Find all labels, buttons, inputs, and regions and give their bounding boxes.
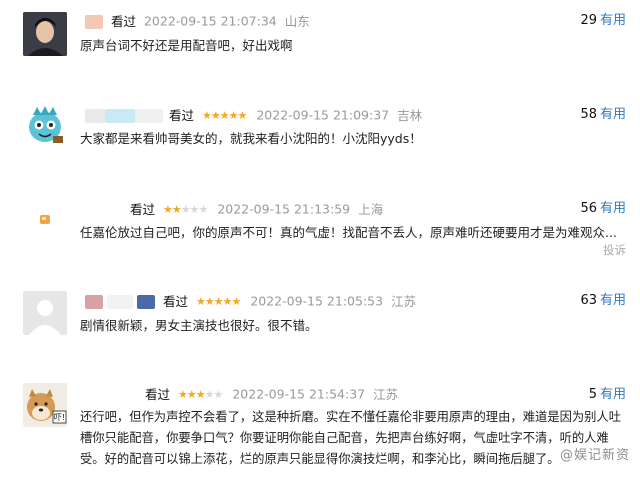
default-user-avatar-icon xyxy=(23,291,67,335)
star-filled-icon: ★ xyxy=(237,108,247,122)
rated-label: 看过 xyxy=(145,386,171,402)
small-orange-avatar-icon xyxy=(23,198,67,242)
star-rating: ★★★★★ xyxy=(163,201,209,219)
star-filled-icon: ★ xyxy=(201,108,212,122)
username-blur[interactable] xyxy=(136,294,155,309)
review-location: 江苏 xyxy=(373,386,399,402)
cartoon-avatar-icon xyxy=(23,103,67,147)
useful-button[interactable]: 有用 xyxy=(600,387,626,402)
votes: 58 有用 xyxy=(580,106,626,124)
review-meta: 看过 ★★★★★ 2022-09-15 21:05:53 江苏 xyxy=(85,292,416,310)
review-content: 剧情很新颖，男女主演技也很好。很不错。 xyxy=(80,318,318,333)
man-portrait-avatar-icon xyxy=(23,12,67,56)
star-empty-icon: ★ xyxy=(180,202,191,216)
vote-count: 63 xyxy=(580,293,597,308)
review-time: 2022-09-15 21:07:34 xyxy=(143,13,277,29)
star-filled-icon: ★ xyxy=(195,294,206,308)
star-filled-icon: ★ xyxy=(171,202,182,216)
star-empty-icon: ★ xyxy=(198,202,209,216)
review-location: 山东 xyxy=(284,13,310,29)
star-filled-icon: ★ xyxy=(204,294,215,308)
review-time: 2022-09-15 21:13:59 xyxy=(217,201,351,217)
review-item: 看过 2022-09-15 21:07:34 山东 29 有用 原声台词不好还是用… xyxy=(0,0,640,90)
username-blur[interactable] xyxy=(85,294,103,309)
star-filled-icon: ★ xyxy=(213,294,224,308)
star-empty-icon: ★ xyxy=(213,387,224,401)
review-location: 吉林 xyxy=(397,107,423,123)
review-content: 还行吧，但作为声控不会看了，这是种折磨。实在不懂任嘉伦非要用原声的理由，难道是因… xyxy=(80,410,622,466)
star-filled-icon: ★ xyxy=(231,294,241,308)
star-rating: ★★★★★ xyxy=(201,107,247,125)
review-meta: 看过 ★★★★★ 2022-09-15 21:09:37 吉林 xyxy=(85,106,422,124)
rated-label: 看过 xyxy=(130,201,156,217)
vote-count: 5 xyxy=(588,387,597,402)
vote-count: 29 xyxy=(580,13,597,28)
watermark: @娱记新资 xyxy=(559,448,630,463)
votes: 63 有用 xyxy=(580,292,626,310)
useful-button[interactable]: 有用 xyxy=(600,293,626,308)
username-blur[interactable] xyxy=(105,108,135,123)
avatar[interactable] xyxy=(23,12,67,56)
votes: 29 有用 xyxy=(580,12,626,30)
review-content: 原声台词不好还是用配音吧，好出戏啊 xyxy=(80,38,293,53)
votes: 5 有用 xyxy=(589,386,626,404)
review-content: 任嘉伦放过自己吧，你的原声不可！真的气虚！找配音不丢人，原声难听还硬要用才是为难… xyxy=(80,225,617,240)
star-filled-icon: ★ xyxy=(219,108,230,122)
review-location: 江苏 xyxy=(391,293,417,309)
review-location: 上海 xyxy=(358,201,384,217)
star-filled-icon: ★ xyxy=(210,108,221,122)
review-content: 大家都是来看帅哥美女的，就我来看小沈阳的！小沈阳yyds！ xyxy=(80,131,422,146)
review-meta: 看过 ★★★★★ 2022-09-15 21:13:59 上海 xyxy=(130,200,383,218)
svg-text:吓!: 吓! xyxy=(54,413,65,422)
review-meta: 看过 2022-09-15 21:07:34 山东 xyxy=(85,12,310,30)
username-blur[interactable] xyxy=(85,14,103,29)
report-link[interactable]: 投诉 xyxy=(603,242,626,258)
useful-button[interactable]: 有用 xyxy=(600,201,626,216)
review-time: 2022-09-15 21:09:37 xyxy=(256,107,390,123)
star-empty-icon: ★ xyxy=(204,387,215,401)
username-blur[interactable] xyxy=(85,108,105,123)
star-filled-icon: ★ xyxy=(186,387,197,401)
rated-label: 看过 xyxy=(168,107,194,123)
votes: 56 有用 xyxy=(580,200,626,218)
useful-button[interactable]: 有用 xyxy=(600,13,626,28)
username-blur[interactable] xyxy=(106,294,133,309)
review-time: 2022-09-15 21:05:53 xyxy=(250,293,384,309)
vote-count: 58 xyxy=(580,107,597,122)
star-filled-icon: ★ xyxy=(195,387,206,401)
vote-count: 56 xyxy=(580,201,597,216)
star-rating: ★★★★★ xyxy=(195,293,241,311)
rated-label: 看过 xyxy=(162,293,188,309)
review-meta: 看过 ★★★★★ 2022-09-15 21:54:37 江苏 xyxy=(145,385,398,403)
useful-button[interactable]: 有用 xyxy=(600,107,626,122)
star-empty-icon: ★ xyxy=(189,202,200,216)
avatar[interactable] xyxy=(23,103,67,147)
shiba-dog-avatar-icon: 吓! xyxy=(23,383,67,427)
avatar[interactable] xyxy=(23,198,67,242)
review-time: 2022-09-15 21:54:37 xyxy=(232,386,366,402)
avatar[interactable]: 吓! xyxy=(23,383,67,427)
star-rating: ★★★★★ xyxy=(178,386,224,404)
star-filled-icon: ★ xyxy=(163,202,173,216)
avatar[interactable] xyxy=(23,291,67,335)
star-filled-icon: ★ xyxy=(178,387,188,401)
username-blur[interactable] xyxy=(135,108,163,123)
rated-label: 看过 xyxy=(110,13,136,29)
